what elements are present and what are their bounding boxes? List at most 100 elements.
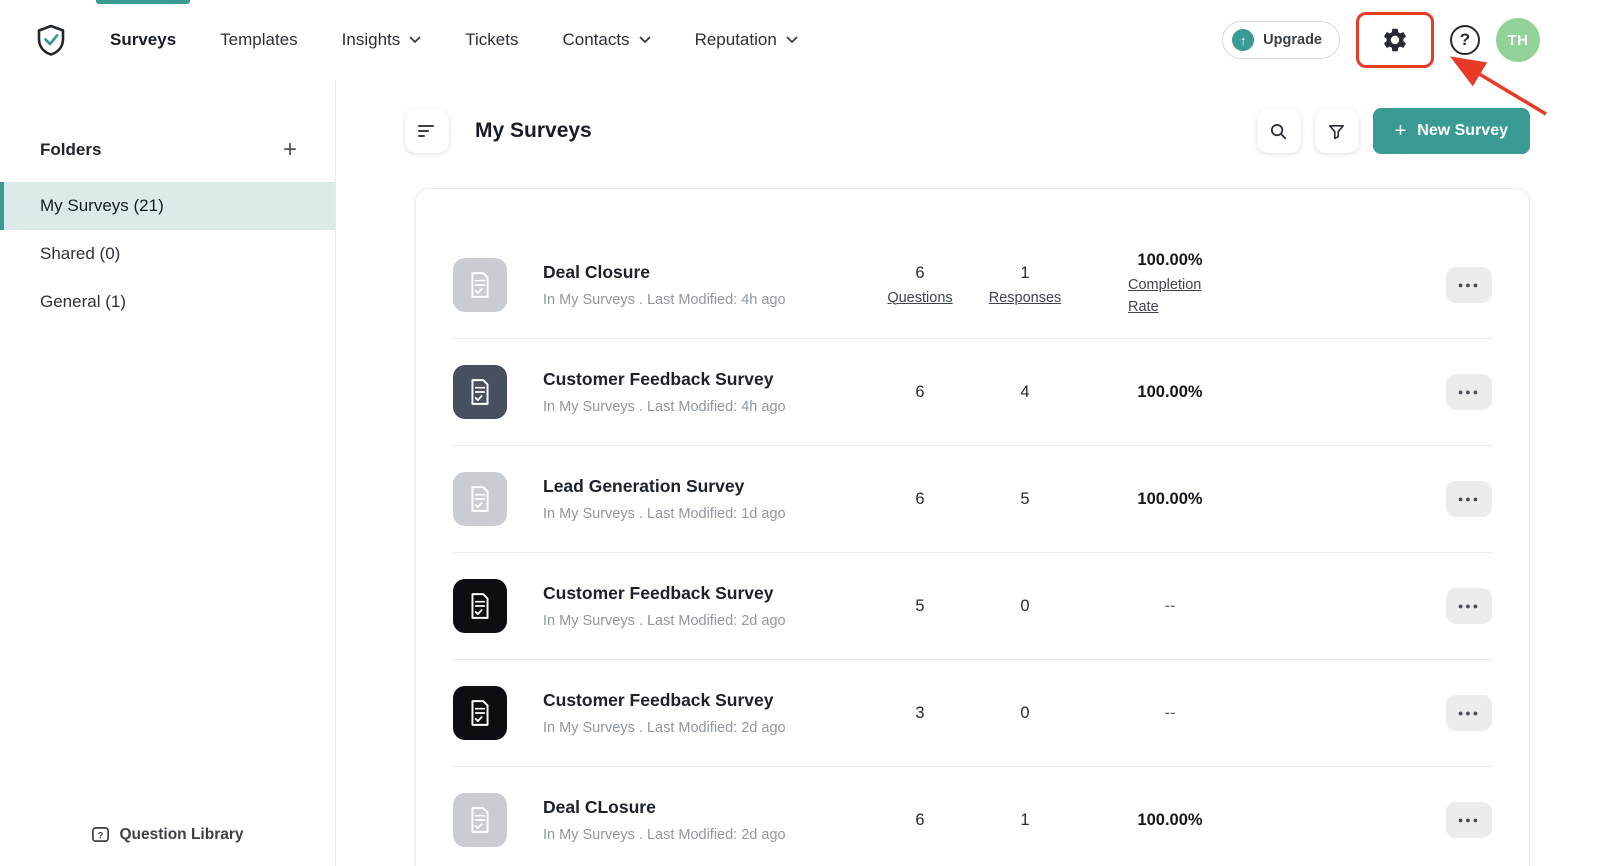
- new-survey-label: New Survey: [1417, 122, 1508, 140]
- topbar-right: ↑ Upgrade ? TH: [1222, 12, 1540, 68]
- row-menu-button[interactable]: ●●●: [1446, 695, 1492, 731]
- page-title: My Surveys: [475, 119, 592, 143]
- questions-count: 6: [915, 383, 924, 401]
- survey-doc-icon: [453, 579, 507, 633]
- sidebar-item-my-surveys[interactable]: My Surveys (21): [0, 182, 335, 230]
- nav-item-label: Templates: [220, 30, 297, 50]
- responses-count: 5: [1020, 490, 1029, 508]
- ellipsis-icon: ●●●: [1458, 815, 1480, 825]
- nav-item-insights[interactable]: Insights: [342, 0, 422, 80]
- completion-rate: 100.00%: [1137, 811, 1202, 829]
- sidebar-item-general[interactable]: General (1): [0, 278, 335, 326]
- completion-rate-label[interactable]: Completion Rate: [1114, 275, 1226, 317]
- row-menu-button[interactable]: ●●●: [1446, 588, 1492, 624]
- sidebar-item-label: My Surveys (21): [40, 196, 164, 215]
- survey-list: Deal Closure In My Surveys . Last Modifi…: [453, 231, 1492, 866]
- question-library-button[interactable]: ? Question Library: [0, 825, 335, 844]
- help-button[interactable]: ?: [1450, 25, 1480, 55]
- survey-title: Customer Feedback Survey: [543, 369, 875, 390]
- folders-title: Folders: [40, 140, 101, 160]
- search-button[interactable]: [1257, 109, 1301, 153]
- questions-count: 6: [915, 490, 924, 508]
- ellipsis-icon: ●●●: [1458, 708, 1480, 718]
- nav-item-label: Surveys: [110, 30, 176, 50]
- sidebar-item-label: Shared (0): [40, 244, 120, 263]
- completion-rate: --: [1165, 704, 1176, 722]
- sidebar-item-shared[interactable]: Shared (0): [0, 230, 335, 278]
- filter-icon: [1327, 122, 1346, 141]
- main-content: My Surveys + New Survey: [336, 80, 1600, 866]
- survey-row[interactable]: Lead Generation Survey In My Surveys . L…: [453, 445, 1492, 552]
- survey-row[interactable]: Deal CLosure In My Surveys . Last Modifi…: [453, 766, 1492, 866]
- responses-count: 0: [1020, 704, 1029, 722]
- help-icon: ?: [1450, 25, 1480, 55]
- survey-row[interactable]: Customer Feedback Survey In My Surveys .…: [453, 338, 1492, 445]
- nav-item-label: Contacts: [562, 30, 629, 50]
- nav-item-tickets[interactable]: Tickets: [465, 0, 518, 80]
- topbar: Surveys Templates Insights Tickets Conta…: [0, 0, 1600, 80]
- survey-title: Lead Generation Survey: [543, 476, 875, 497]
- list-icon: [417, 122, 437, 140]
- row-menu-button[interactable]: ●●●: [1446, 481, 1492, 517]
- responses-count: 0: [1020, 597, 1029, 615]
- add-folder-button[interactable]: +: [283, 138, 297, 162]
- app-logo[interactable]: [34, 23, 68, 57]
- main-nav: Surveys Templates Insights Tickets Conta…: [110, 0, 798, 80]
- filter-button[interactable]: [1315, 109, 1359, 153]
- survey-doc-icon: [453, 686, 507, 740]
- survey-row[interactable]: Deal Closure In My Surveys . Last Modifi…: [453, 231, 1492, 338]
- new-survey-button[interactable]: + New Survey: [1373, 108, 1530, 154]
- question-library-label: Question Library: [119, 826, 243, 844]
- nav-item-contacts[interactable]: Contacts: [562, 0, 650, 80]
- survey-row[interactable]: Customer Feedback Survey In My Surveys .…: [453, 552, 1492, 659]
- row-menu-button[interactable]: ●●●: [1446, 374, 1492, 410]
- questions-count: 6: [915, 264, 924, 282]
- completion-rate: 100.00%: [1137, 490, 1202, 508]
- row-menu-button[interactable]: ●●●: [1446, 802, 1492, 838]
- questions-count: 5: [915, 597, 924, 615]
- responses-count: 1: [1020, 811, 1029, 829]
- survey-meta: In My Surveys . Last Modified: 2d ago: [543, 720, 875, 736]
- row-menu-button[interactable]: ●●●: [1446, 267, 1492, 303]
- responses-label[interactable]: Responses: [965, 290, 1085, 306]
- sidebar: Folders + My Surveys (21) Shared (0) Gen…: [0, 80, 336, 866]
- survey-list-card: Deal Closure In My Surveys . Last Modifi…: [415, 188, 1530, 866]
- questions-label[interactable]: Questions: [875, 290, 965, 306]
- survey-doc-icon: [453, 365, 507, 419]
- plus-icon: +: [1395, 120, 1407, 143]
- completion-rate: 100.00%: [1137, 383, 1202, 401]
- settings-gear-button[interactable]: [1381, 26, 1409, 54]
- gear-icon: [1381, 26, 1409, 54]
- svg-text:?: ?: [98, 830, 104, 841]
- survey-meta: In My Surveys . Last Modified: 2d ago: [543, 827, 875, 843]
- survey-row[interactable]: Customer Feedback Survey In My Surveys .…: [453, 659, 1492, 766]
- survey-title: Deal CLosure: [543, 797, 875, 818]
- survey-meta: In My Surveys . Last Modified: 2d ago: [543, 613, 875, 629]
- question-library-icon: ?: [91, 825, 110, 844]
- nav-item-surveys[interactable]: Surveys: [110, 0, 176, 80]
- responses-count: 1: [1020, 264, 1029, 282]
- completion-rate: --: [1165, 597, 1176, 615]
- survey-title: Customer Feedback Survey: [543, 690, 875, 711]
- survey-title: Deal Closure: [543, 262, 875, 283]
- responses-count: 4: [1020, 383, 1029, 401]
- questions-count: 3: [915, 704, 924, 722]
- nav-item-label: Reputation: [695, 30, 777, 50]
- completion-rate: 100.00%: [1137, 251, 1202, 269]
- survey-title: Customer Feedback Survey: [543, 583, 875, 604]
- annotation-rectangle: [1356, 12, 1434, 68]
- survey-meta: In My Surveys . Last Modified: 1d ago: [543, 506, 875, 522]
- chevron-down-icon: [409, 36, 421, 44]
- nav-item-label: Insights: [342, 30, 401, 50]
- avatar[interactable]: TH: [1496, 18, 1540, 62]
- nav-item-reputation[interactable]: Reputation: [695, 0, 798, 80]
- upgrade-label: Upgrade: [1263, 32, 1322, 48]
- ellipsis-icon: ●●●: [1458, 601, 1480, 611]
- survey-meta: In My Surveys . Last Modified: 4h ago: [543, 292, 875, 308]
- list-view-button[interactable]: [405, 109, 449, 153]
- survey-doc-icon: [453, 258, 507, 312]
- sidebar-item-label: General (1): [40, 292, 126, 311]
- ellipsis-icon: ●●●: [1458, 387, 1480, 397]
- upgrade-button[interactable]: ↑ Upgrade: [1222, 21, 1340, 59]
- nav-item-templates[interactable]: Templates: [220, 0, 297, 80]
